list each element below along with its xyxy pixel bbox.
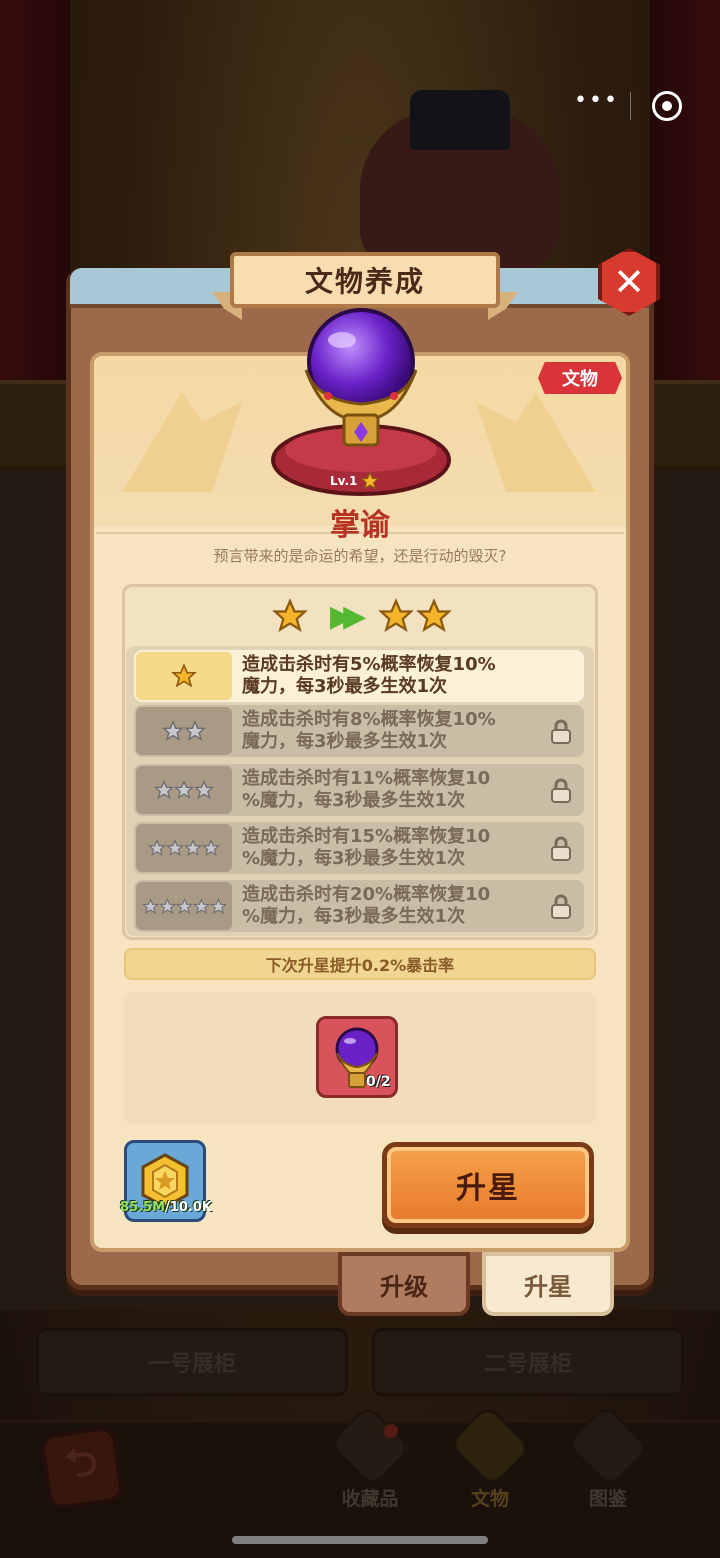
grey-star-icon	[148, 839, 166, 856]
coin-owned: 85.5M	[120, 1200, 166, 1215]
star-row-text: 造成击杀时有8%概率恢复10% 魔力，每3秒最多生效1次	[242, 709, 542, 753]
star-row-text: 造成击杀时有15%概率恢复10 %魔力，每3秒最多生效1次	[242, 826, 542, 870]
tab-upgrade[interactable]: 升级	[338, 1252, 470, 1316]
current-star-icon	[272, 598, 308, 632]
grey-star-icon	[184, 720, 206, 741]
lock-icon	[551, 778, 571, 803]
next-star-hint: 下次升星提升0.2%暴击率	[124, 948, 596, 980]
grey-star-icon	[184, 839, 202, 856]
grey-star-icon	[162, 720, 184, 741]
star-row-line1: 造成击杀时有5%概率恢复10%	[242, 654, 496, 675]
star-row: 造成击杀时有20%概率恢复10 %魔力，每3秒最多生效1次	[134, 880, 584, 932]
star-row-line2: %魔力，每3秒最多生效1次	[242, 790, 466, 811]
arrow-right-icon: ▶▶	[330, 598, 366, 634]
artifact-description: 预言带来的是命运的希望，还是行动的毁灭?	[213, 547, 507, 565]
grey-star-icon	[202, 839, 220, 856]
artifact-name: 掌谕	[330, 508, 390, 543]
star-level-icon	[136, 652, 232, 700]
star-row-line1: 造成击杀时有8%概率恢复10%	[242, 709, 496, 730]
right-decoration-icon	[476, 392, 596, 492]
target-icon[interactable]	[652, 91, 682, 121]
lock-icon	[551, 719, 571, 744]
star-row-line1: 造成击杀时有20%概率恢复10	[242, 884, 491, 905]
grey-star-icon	[194, 780, 214, 799]
grey-star-icon	[154, 780, 174, 799]
next-star-icon	[378, 598, 415, 632]
material-count: 0/2	[366, 1074, 391, 1090]
grey-star-icon	[175, 897, 193, 914]
star-row-text: 造成击杀时有20%概率恢复10 %魔力，每3秒最多生效1次	[242, 884, 542, 928]
grey-star-icon	[192, 897, 210, 914]
grey-star-icon	[209, 897, 227, 914]
mini-program-capsule: •••	[560, 84, 698, 128]
level-badge: Lv.1	[330, 470, 392, 492]
star-level-icon	[136, 707, 232, 755]
star-row-text: 造成击杀时有11%概率恢复10 %魔力，每3秒最多生效1次	[242, 768, 542, 812]
star-row-text: 造成击杀时有5%概率恢复10% 魔力，每3秒最多生效1次	[242, 654, 542, 698]
upgrade-star-button[interactable]: 升星	[382, 1142, 594, 1228]
grey-star-icon	[174, 780, 194, 799]
lock-icon	[551, 894, 571, 919]
category-tag: 文物	[538, 362, 622, 394]
capsule-divider	[630, 92, 631, 120]
star-level-icon	[136, 766, 232, 814]
lock-icon	[551, 836, 571, 861]
grey-star-icon	[158, 897, 176, 914]
star-progression: ▶▶	[272, 598, 453, 634]
star-row: 造成击杀时有11%概率恢复10 %魔力，每3秒最多生效1次	[134, 764, 584, 816]
next-stars	[378, 598, 453, 634]
grey-star-icon	[141, 897, 159, 914]
star-row-line2: %魔力，每3秒最多生效1次	[242, 848, 466, 869]
star-icon	[360, 471, 381, 490]
star-icon	[171, 663, 197, 688]
tab-star[interactable]: 升星	[482, 1252, 614, 1316]
star-row: 造成击杀时有8%概率恢复10% 魔力，每3秒最多生效1次	[134, 705, 584, 757]
close-icon: ✕	[613, 260, 645, 304]
level-text: Lv.1	[330, 474, 358, 488]
star-row: 造成击杀时有5%概率恢复10% 魔力，每3秒最多生效1次	[134, 650, 584, 702]
star-level-icon	[136, 882, 232, 930]
left-decoration-icon	[122, 392, 242, 492]
next-star-icon	[416, 598, 453, 632]
more-dots-icon[interactable]: •••	[574, 88, 619, 113]
star-level-icon	[136, 824, 232, 872]
star-row-line2: %魔力，每3秒最多生效1次	[242, 906, 466, 927]
coin-count: 85.5M/10.0K	[106, 1200, 226, 1215]
star-row-line1: 造成击杀时有11%概率恢复10	[242, 768, 491, 789]
grey-star-icon	[166, 839, 184, 856]
star-row: 造成击杀时有15%概率恢复10 %魔力，每3秒最多生效1次	[134, 822, 584, 874]
star-row-line2: 魔力，每3秒最多生效1次	[242, 731, 448, 752]
star-row-line2: 魔力，每3秒最多生效1次	[242, 676, 448, 697]
coin-required: /10.0K	[165, 1200, 212, 1215]
star-row-line1: 造成击杀时有15%概率恢复10	[242, 826, 491, 847]
